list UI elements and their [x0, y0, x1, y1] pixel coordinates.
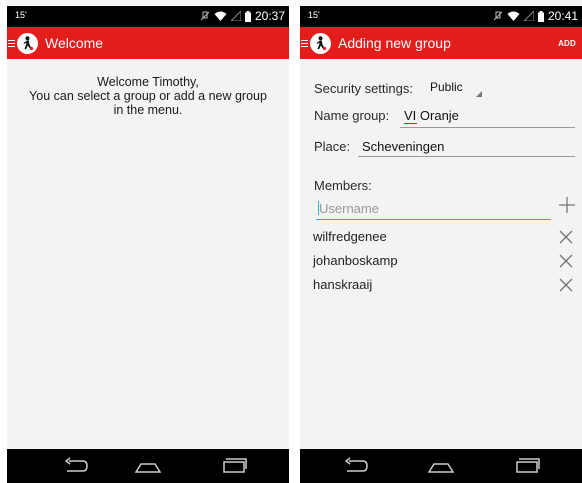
back-icon[interactable]: [344, 457, 368, 480]
menu-icon[interactable]: [301, 39, 308, 47]
status-notification: 15': [308, 10, 320, 20]
list-item: johanboskamp: [313, 253, 398, 268]
status-notification: 15': [15, 10, 27, 20]
name-group-label: Name group:: [314, 108, 390, 123]
wifi-icon: [507, 11, 520, 21]
navigation-bar: [300, 449, 582, 483]
list-item: hanskraaij: [313, 277, 373, 292]
mute-icon: [200, 11, 210, 21]
place-field[interactable]: Scheveningen: [362, 139, 444, 154]
members-label: Members:: [314, 178, 372, 193]
name-group-underline: [400, 127, 575, 128]
mute-icon: [493, 11, 503, 21]
recents-icon[interactable]: [221, 457, 247, 480]
welcome-screen: 15' 20:37 Welcome Welcome Timothy, You c…: [7, 0, 289, 483]
welcome-line: You can select a group or add a new grou…: [29, 89, 267, 103]
signal-icon: [523, 11, 534, 21]
close-icon[interactable]: [558, 277, 574, 298]
navigation-bar: [7, 449, 289, 483]
list-item: wilfredgenee: [313, 229, 387, 244]
back-icon[interactable]: [64, 457, 88, 480]
action-bar: Welcome: [7, 27, 289, 59]
security-settings-label: Security settings:: [314, 81, 413, 96]
plus-icon[interactable]: [558, 196, 576, 219]
signal-icon: [230, 11, 241, 21]
recents-icon[interactable]: [514, 457, 540, 480]
spinner-arrow-icon[interactable]: [476, 91, 482, 97]
name-group-field[interactable]: VI Oranje: [404, 108, 459, 123]
home-icon[interactable]: [134, 457, 162, 480]
username-input[interactable]: [316, 198, 556, 218]
status-bar: 15' 20:37: [7, 6, 289, 27]
add-group-screen: 15' 20:41 Adding new group ADD Security …: [300, 0, 582, 483]
spellcheck-underline: [404, 123, 417, 124]
app-logo-icon[interactable]: [17, 32, 38, 54]
username-input-underline: [316, 219, 551, 220]
add-button[interactable]: ADD: [558, 39, 576, 48]
welcome-message: Welcome Timothy, You can select a group …: [7, 75, 289, 117]
welcome-line: Welcome Timothy,: [97, 75, 199, 89]
page-title: Adding new group: [338, 35, 451, 51]
battery-icon: [537, 10, 544, 22]
action-bar: Adding new group ADD: [300, 27, 582, 59]
page-title: Welcome: [45, 35, 104, 51]
place-underline: [358, 156, 575, 157]
home-icon[interactable]: [427, 457, 455, 480]
close-icon[interactable]: [558, 253, 574, 274]
close-icon[interactable]: [558, 229, 574, 250]
security-spinner[interactable]: Public: [430, 80, 463, 94]
text-cursor: [318, 201, 319, 215]
place-label: Place:: [314, 139, 351, 154]
wifi-icon: [214, 11, 227, 21]
status-time: 20:41: [547, 9, 578, 23]
status-bar: 15' 20:41: [300, 6, 582, 27]
menu-icon[interactable]: [8, 39, 15, 47]
app-logo-icon[interactable]: [310, 32, 331, 54]
battery-icon: [244, 10, 251, 22]
welcome-line: in the menu.: [113, 103, 183, 117]
status-time: 20:37: [254, 9, 285, 23]
